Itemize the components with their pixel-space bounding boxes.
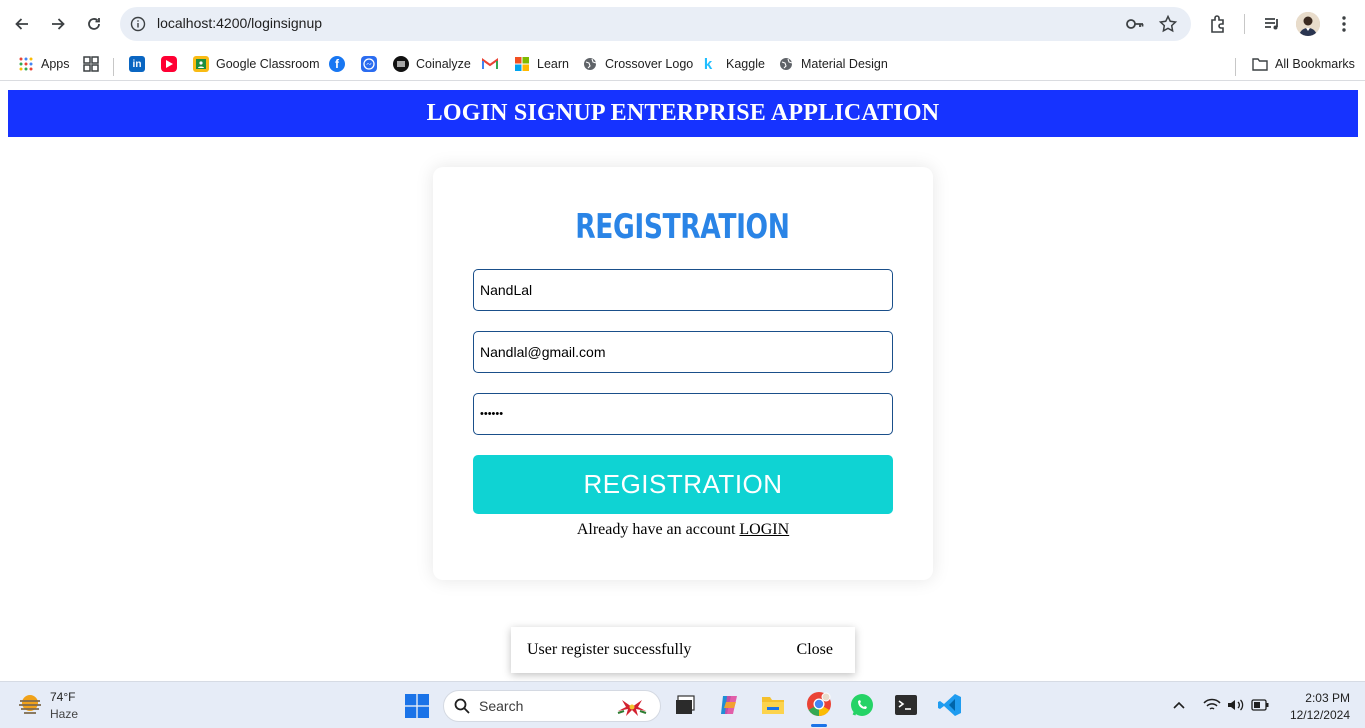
bookmark-label: Kaggle xyxy=(726,57,765,71)
bookmark-google-classroom[interactable]: Google Classroom xyxy=(193,52,320,76)
bookmark-label: Google Classroom xyxy=(216,57,320,71)
kaggle-icon: k xyxy=(703,55,713,73)
folder-icon xyxy=(1252,56,1268,72)
bookmark-youtube[interactable] xyxy=(161,52,184,76)
wifi-icon[interactable] xyxy=(1202,696,1222,714)
search-placeholder: Search xyxy=(479,698,524,714)
file-explorer-icon[interactable] xyxy=(760,692,786,718)
tab-groups-icon xyxy=(83,56,99,72)
bookmark-tab-groups[interactable] xyxy=(83,52,106,76)
form-title: REGISTRATION xyxy=(575,207,790,247)
browser-toolbar: localhost:4200/loginsignup xyxy=(0,0,1365,48)
browser-menu-icon[interactable] xyxy=(1332,12,1356,36)
search-icon xyxy=(454,698,470,714)
password-field[interactable]: •••••• xyxy=(473,393,893,435)
whatsapp-icon[interactable] xyxy=(849,692,875,718)
windows-start-icon[interactable] xyxy=(404,693,430,719)
bookmark-label: Crossover Logo xyxy=(605,57,694,71)
bookmark-apps[interactable]: Apps xyxy=(18,52,70,76)
profile-avatar[interactable] xyxy=(1296,12,1320,36)
reload-icon[interactable] xyxy=(82,12,106,36)
address-bar[interactable]: localhost:4200/loginsignup xyxy=(120,7,1191,41)
url-text[interactable]: localhost:4200/loginsignup xyxy=(157,15,322,31)
bookmarks-bar: Apps in Google Classroom f Coinalyze Lea… xyxy=(0,48,1365,81)
all-bookmarks-label: All Bookmarks xyxy=(1275,57,1355,71)
bookmark-coinalyze[interactable]: Coinalyze xyxy=(393,52,471,76)
registration-button[interactable]: REGISTRATION xyxy=(473,455,893,514)
bookmark-label: Material Design xyxy=(801,57,888,71)
email-input[interactable] xyxy=(480,344,886,360)
bookmark-gmail[interactable] xyxy=(482,52,505,76)
bookmark-divider xyxy=(1235,58,1236,76)
password-input[interactable]: •••••• xyxy=(480,408,503,420)
bookmark-label: Learn xyxy=(537,57,569,71)
snackbar-close-button[interactable]: Close xyxy=(797,641,833,659)
task-view-icon[interactable] xyxy=(672,692,698,718)
weather-temperature[interactable]: 74°F xyxy=(50,690,75,704)
snackbar: User register successfully Close xyxy=(511,627,855,673)
all-bookmarks-button[interactable]: All Bookmarks xyxy=(1252,52,1355,76)
youtube-icon xyxy=(161,56,177,72)
bookmark-linkedin[interactable]: in xyxy=(129,52,152,76)
microsoft-icon xyxy=(514,56,530,72)
email-field[interactable] xyxy=(473,331,893,373)
bookmark-star-icon[interactable] xyxy=(1158,14,1178,39)
name-field[interactable] xyxy=(473,269,893,311)
globe-icon xyxy=(778,56,794,72)
bookmark-messenger[interactable] xyxy=(361,52,384,76)
bookmark-kaggle[interactable]: k Kaggle xyxy=(702,52,765,76)
app-title: LOGIN SIGNUP ENTERPRISE APPLICATION xyxy=(426,100,940,126)
bookmark-divider xyxy=(113,58,114,76)
poinsettia-icon xyxy=(614,697,650,720)
google-classroom-icon xyxy=(193,56,209,72)
forward-arrow-icon[interactable] xyxy=(46,12,70,36)
apps-grid-icon xyxy=(18,56,34,72)
chrome-icon[interactable] xyxy=(805,690,833,718)
bookmark-label: Coinalyze xyxy=(416,57,471,71)
clock-date: 12/12/2024 xyxy=(1289,708,1350,722)
battery-icon[interactable] xyxy=(1250,696,1270,714)
bookmark-label: Apps xyxy=(41,57,70,71)
globe-icon xyxy=(582,56,598,72)
login-prompt-text: Already have an account xyxy=(576,521,736,538)
extensions-icon[interactable] xyxy=(1206,12,1230,36)
name-input[interactable] xyxy=(480,282,886,298)
app-header: LOGIN SIGNUP ENTERPRISE APPLICATION xyxy=(8,90,1358,137)
active-app-indicator xyxy=(811,724,827,727)
login-prompt: Already have an account LOGIN xyxy=(433,521,933,539)
site-info-icon[interactable] xyxy=(129,15,147,33)
login-link[interactable]: LOGIN xyxy=(739,521,789,538)
clock-time: 2:03 PM xyxy=(1305,691,1350,705)
media-queue-icon[interactable] xyxy=(1260,12,1284,36)
linkedin-icon: in xyxy=(129,56,145,72)
coinalyze-icon xyxy=(393,56,409,72)
vscode-icon[interactable] xyxy=(937,692,963,718)
back-arrow-icon[interactable] xyxy=(10,12,34,36)
bookmark-facebook[interactable]: f xyxy=(329,52,352,76)
gmail-icon xyxy=(482,56,498,72)
weather-haze-icon[interactable] xyxy=(16,692,44,718)
bookmark-learn[interactable]: Learn xyxy=(514,52,569,76)
volume-icon[interactable] xyxy=(1226,696,1246,714)
bookmark-crossover-logo[interactable]: Crossover Logo xyxy=(582,52,693,76)
toolbar-divider xyxy=(1244,14,1245,34)
password-key-icon[interactable] xyxy=(1125,15,1145,38)
windows-taskbar: 74°F Haze Search 2:03 PM 12/12/2024 xyxy=(0,681,1365,728)
chevron-up-icon[interactable] xyxy=(1170,696,1188,714)
taskbar-search[interactable]: Search xyxy=(443,690,661,722)
terminal-icon[interactable] xyxy=(893,692,919,718)
weather-condition[interactable]: Haze xyxy=(50,707,78,721)
facebook-icon: f xyxy=(329,56,345,72)
snackbar-message: User register successfully xyxy=(527,641,692,658)
copilot-icon[interactable] xyxy=(716,692,742,718)
messenger-icon xyxy=(361,56,377,72)
system-clock[interactable]: 2:03 PM 12/12/2024 xyxy=(1280,690,1350,724)
bookmark-material-design[interactable]: Material Design xyxy=(778,52,888,76)
